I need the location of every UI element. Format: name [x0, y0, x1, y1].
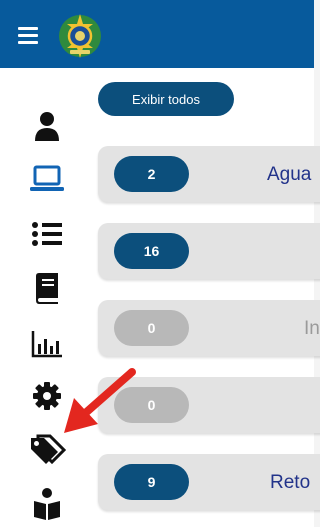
list-item[interactable]: 2 Agua: [98, 146, 320, 202]
item-label: In: [304, 318, 320, 339]
show-all-button[interactable]: Exibir todos: [98, 82, 234, 116]
list-icon[interactable]: [29, 216, 65, 252]
top-app-bar: [0, 0, 314, 68]
gear-icon[interactable]: [29, 378, 65, 414]
count-badge: 2: [114, 156, 189, 192]
brazil-coat-of-arms-icon: [59, 14, 101, 58]
list-item[interactable]: 16: [98, 223, 320, 279]
list-item[interactable]: 0: [98, 377, 320, 433]
count-badge: 0: [114, 310, 189, 346]
reading-person-icon[interactable]: [29, 486, 65, 522]
tags-icon[interactable]: [26, 432, 68, 468]
book-icon[interactable]: [29, 270, 65, 306]
count-badge: 16: [114, 233, 189, 269]
laptop-icon[interactable]: [29, 161, 65, 197]
user-icon[interactable]: [29, 108, 65, 144]
bar-chart-icon[interactable]: [29, 326, 65, 362]
item-label: Agua: [267, 164, 312, 185]
count-badge: 0: [114, 387, 189, 423]
item-label: Reto: [270, 472, 311, 493]
hamburger-menu-icon[interactable]: [18, 26, 40, 44]
list-item[interactable]: 0 In: [98, 300, 320, 356]
count-badge: 9: [114, 464, 189, 500]
list-item[interactable]: 9 Reto: [98, 454, 320, 510]
